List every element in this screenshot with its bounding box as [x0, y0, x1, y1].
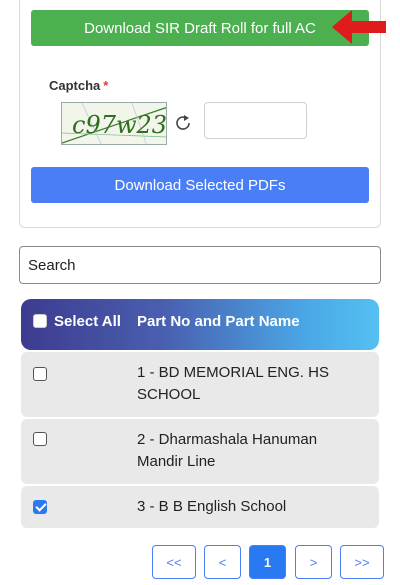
download-selected-label: Download Selected PDFs [114, 176, 286, 194]
pagination-next-button[interactable]: > [295, 545, 332, 579]
row-checkbox[interactable] [33, 432, 47, 446]
search-input[interactable]: Search [19, 246, 381, 284]
download-full-ac-label: Download SIR Draft Roll for full AC [84, 19, 316, 37]
refresh-captcha-icon[interactable] [172, 112, 194, 134]
pagination-first-button[interactable]: << [152, 545, 196, 579]
table-row[interactable]: 1 - BD MEMORIAL ENG. HS SCHOOL [21, 352, 379, 417]
red-arrow-icon [332, 10, 386, 44]
pagination-prev-button[interactable]: < [204, 545, 241, 579]
part-name: 1 - BD MEMORIAL ENG. HS SCHOOL [137, 364, 329, 403]
download-full-ac-button[interactable]: Download SIR Draft Roll for full AC [31, 10, 369, 46]
row-checkbox[interactable] [33, 367, 47, 381]
pagination-page-1[interactable]: 1 [249, 545, 286, 579]
captcha-label-text: Captcha [49, 78, 101, 93]
table-header: Select All Part No and Part Name [21, 299, 379, 350]
captcha-image: c97w23 [61, 102, 167, 145]
download-selected-pdfs-button[interactable]: Download Selected PDFs [31, 167, 369, 203]
required-mark: * [103, 78, 109, 93]
search-value: Search [28, 256, 76, 274]
select-all-label[interactable]: Select All [54, 313, 121, 330]
select-all-checkbox[interactable] [33, 314, 47, 328]
captcha-distortion: c97w23 [62, 103, 167, 144]
part-name: 3 - B B English School [137, 498, 287, 515]
pagination-last-button[interactable]: >> [340, 545, 384, 579]
captcha-label: Captcha * [49, 78, 108, 93]
table-row[interactable]: 2 - Dharmashala Hanuman Mandir Line [21, 419, 379, 484]
row-checkbox-checked[interactable] [33, 500, 47, 514]
part-name: 2 - Dharmashala Hanuman Mandir Line [137, 431, 318, 470]
column-title: Part No and Part Name [137, 313, 300, 330]
captcha-text: c97w23 [72, 111, 167, 139]
table-row[interactable]: 3 - B B English School [21, 486, 379, 528]
captcha-input[interactable] [204, 102, 307, 139]
